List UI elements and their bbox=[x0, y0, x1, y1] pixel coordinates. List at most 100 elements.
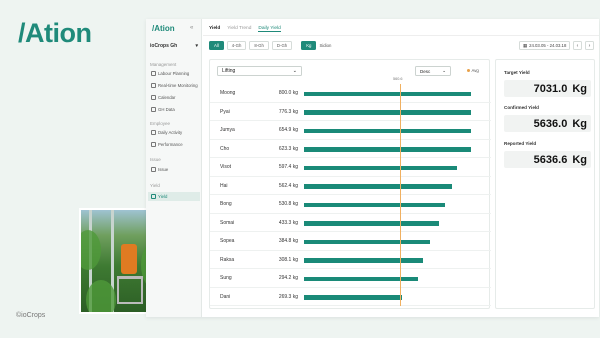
bar-value-label: 384.8 kg bbox=[278, 238, 298, 244]
sidebar-item-label: Labour Planning bbox=[158, 71, 190, 76]
bar-value-label: 800.0 kg bbox=[278, 90, 298, 96]
harvest-cart bbox=[117, 276, 143, 304]
sidebar-item-label: GH Data bbox=[158, 107, 175, 112]
sidebar-item-realtime-monitoring[interactable]: Real-time Monitoring bbox=[148, 81, 200, 90]
target-yield-box: 7031.0 Kg bbox=[504, 80, 591, 97]
brand-logo: /Ation bbox=[18, 18, 92, 48]
filter-toolbar: All 4-Gh 8-Gh D-Gh Kg Sidion bbox=[209, 41, 331, 50]
watermark: ©ioCrops bbox=[16, 312, 46, 319]
chart-icon bbox=[151, 142, 156, 147]
bar-value-label: 433.3 kg bbox=[278, 219, 298, 226]
calendar-icon bbox=[151, 71, 156, 76]
bar-row[interactable]: Somai 433.3 kg bbox=[210, 214, 491, 232]
data-icon bbox=[151, 107, 156, 112]
sidebar-item-calendar[interactable]: Calendar bbox=[148, 93, 200, 102]
bar-category-label: Cho bbox=[220, 145, 230, 152]
sidebar-item-gh-data[interactable]: GH Data bbox=[148, 105, 200, 114]
issue-icon bbox=[151, 167, 156, 172]
sidebar-item-label: Calendar bbox=[158, 95, 176, 100]
tab-daily-yield[interactable]: Daily Yield bbox=[258, 26, 281, 32]
main-content: Yield Yield Trend Daily Yield All 4-Gh 8… bbox=[203, 19, 599, 317]
bar bbox=[304, 91, 472, 96]
yield-stats-panel: Target Yield 7031.0 Kg Confirmed Yield 5… bbox=[495, 59, 595, 309]
confirmed-yield-label: Confirmed Yield bbox=[504, 105, 539, 110]
bar-category-label: Sung bbox=[220, 275, 232, 281]
collapse-icon[interactable]: « bbox=[190, 25, 193, 31]
filter-4gh-button[interactable]: 4-Gh bbox=[226, 41, 247, 50]
bar-value-label: 308.1 kg bbox=[278, 256, 298, 263]
sort-dropdown[interactable]: Desc ⌄ bbox=[415, 66, 451, 76]
unit-alt-option[interactable]: Sidion bbox=[319, 43, 331, 48]
worker-figure bbox=[121, 244, 137, 274]
bar-value-label: 562.4 kg bbox=[278, 182, 298, 189]
sidebar-item-labour-planning[interactable]: Labour Planning bbox=[148, 69, 200, 78]
chevron-down-icon: ▾ bbox=[195, 43, 198, 49]
bar-row[interactable]: Cho 623.3 kg bbox=[210, 140, 491, 158]
bar bbox=[304, 239, 431, 244]
section-employee: Employee bbox=[150, 121, 171, 126]
reported-yield-unit: Kg bbox=[572, 153, 587, 166]
bar-row[interactable]: Jumya 654.9 kg bbox=[210, 121, 491, 140]
bar-row[interactable]: Sopea 384.8 kg bbox=[210, 232, 491, 251]
bar-value-label: 623.3 kg bbox=[278, 145, 298, 152]
bar-category-label: Pyai bbox=[220, 108, 230, 115]
sidebar-item-performance[interactable]: Performance bbox=[148, 140, 200, 149]
tab-bar: Yield Yield Trend Daily Yield bbox=[209, 26, 281, 32]
sidebar-item-issue[interactable]: Issue bbox=[148, 165, 200, 174]
filter-dgh-button[interactable]: D-Gh bbox=[271, 41, 293, 50]
unit-kg-button[interactable]: Kg bbox=[301, 41, 317, 50]
target-yield-label: Target Yield bbox=[504, 70, 530, 75]
date-range-picker[interactable]: ▦ 24.03.05 - 24.03.18 bbox=[519, 41, 571, 50]
target-yield-unit: Kg bbox=[572, 82, 587, 95]
sidebar-item-label: Performance bbox=[158, 142, 183, 147]
bar bbox=[304, 202, 445, 207]
bar-row[interactable]: Dani 269.3 kg bbox=[210, 288, 491, 306]
filter-all-button[interactable]: All bbox=[209, 41, 224, 50]
org-selector[interactable]: ioCrops Gh ▾ bbox=[150, 43, 198, 49]
filter-8gh-button[interactable]: 8-Gh bbox=[249, 41, 269, 50]
section-management: Management bbox=[150, 62, 177, 67]
next-icon[interactable]: › bbox=[585, 41, 594, 50]
metric-select[interactable]: Lifting ⌄ bbox=[217, 66, 302, 76]
tab-yield[interactable]: Yield bbox=[209, 26, 220, 32]
bar-row[interactable]: Pyai 776.3 kg bbox=[210, 103, 491, 121]
reported-yield-label: Reported Yield bbox=[504, 141, 537, 146]
org-name: ioCrops Gh bbox=[150, 43, 178, 49]
app-window: /Ation « ioCrops Gh ▾ Management Labour … bbox=[146, 19, 599, 317]
section-yield: Yield bbox=[150, 183, 160, 188]
bar-category-label: Jumya bbox=[220, 127, 235, 133]
bar bbox=[304, 128, 472, 133]
bar-row[interactable]: Visot 597.4 kg bbox=[210, 158, 491, 177]
sidebar-item-label: Daily Activity bbox=[158, 130, 183, 135]
avg-value-label: 560.6 bbox=[393, 77, 403, 81]
bar-category-label: Hai bbox=[220, 182, 228, 189]
calendar-icon bbox=[151, 95, 156, 100]
tab-yield-trend[interactable]: Yield Trend bbox=[227, 26, 251, 32]
avg-line bbox=[400, 84, 402, 306]
bar-value-label: 294.2 kg bbox=[278, 275, 298, 281]
metric-select-value: Lifting bbox=[222, 68, 236, 74]
bar-value-label: 654.9 kg bbox=[278, 127, 298, 133]
bar-category-label: Moong bbox=[220, 90, 236, 96]
bar-category-label: Bong bbox=[220, 201, 232, 207]
sidebar-item-yield[interactable]: Yield bbox=[148, 192, 200, 201]
sidebar-item-daily-activity[interactable]: Daily Activity bbox=[148, 128, 200, 137]
prev-icon[interactable]: ‹ bbox=[573, 41, 582, 50]
bar-category-label: Raksa bbox=[220, 256, 235, 263]
bar-row[interactable]: Sung 294.2 kg bbox=[210, 269, 491, 288]
bar bbox=[304, 258, 424, 263]
yield-icon bbox=[151, 194, 156, 199]
bar-value-label: 597.4 kg bbox=[278, 164, 298, 170]
bar-row[interactable]: Raksa 308.1 kg bbox=[210, 251, 491, 269]
chevron-down-icon: ⌄ bbox=[442, 68, 446, 73]
chevron-down-icon: ⌄ bbox=[292, 68, 297, 74]
bar bbox=[304, 295, 402, 300]
sort-label: Desc bbox=[420, 68, 431, 74]
bar-row[interactable]: Hai 562.4 kg bbox=[210, 177, 491, 195]
sidebar-logo[interactable]: /Ation bbox=[152, 24, 175, 33]
bar bbox=[304, 221, 440, 226]
confirmed-yield-unit: Kg bbox=[572, 117, 587, 130]
calendar-icon: ▦ bbox=[523, 42, 528, 48]
bar-row[interactable]: Bong 530.8 kg bbox=[210, 195, 491, 214]
bar-row[interactable]: Moong 800.0 kg bbox=[210, 84, 491, 103]
